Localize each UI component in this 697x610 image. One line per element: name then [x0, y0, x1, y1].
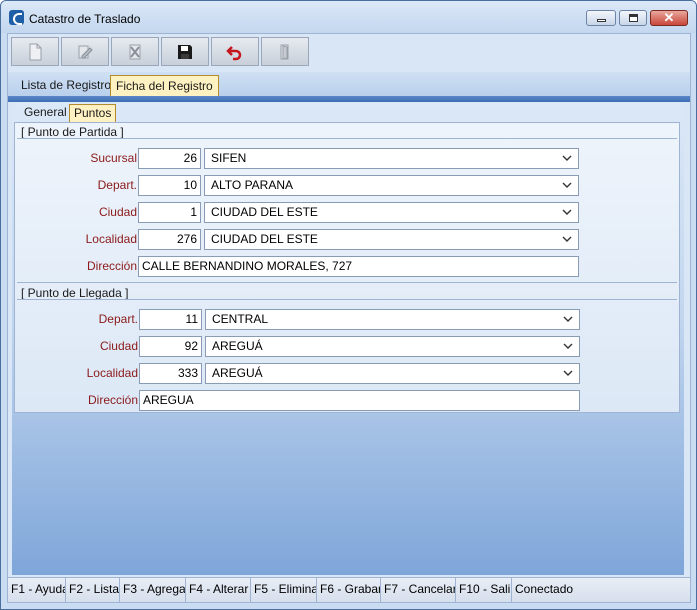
llegada-group-title: [ Punto de Llegada ] [21, 286, 129, 300]
status-f1[interactable]: F1 - Ayuda [8, 578, 66, 602]
exit-door-icon [280, 44, 289, 60]
app-icon [9, 10, 24, 25]
depart-select[interactable]: ALTO PARANA [204, 175, 579, 196]
save-icon [178, 45, 192, 59]
new-button[interactable] [11, 37, 59, 66]
new-document-icon [29, 43, 42, 61]
maximize-icon [629, 14, 638, 22]
status-f3[interactable]: F3 - Agregar [120, 578, 186, 602]
sucursal-label: Sucursal [90, 151, 137, 165]
ciudad-select-value: CIUDAD DEL ESTE [211, 205, 318, 219]
localidad-code-input[interactable]: 276 [138, 229, 201, 250]
status-f10[interactable]: F10 - Salir [456, 578, 512, 602]
undo-button[interactable] [211, 37, 259, 66]
connection-status: Conectado [515, 582, 574, 596]
tab-record[interactable]: Ficha del Registro [110, 75, 219, 97]
toolbar [11, 37, 313, 67]
tab-puntos[interactable]: Puntos [69, 104, 117, 123]
sub-tabs: General Puntos [14, 104, 680, 123]
llegada-ciudad-select[interactable]: AREGUÁ [205, 336, 580, 357]
delete-icon [129, 44, 141, 60]
minimize-button[interactable] [586, 10, 616, 26]
status-f2[interactable]: F2 - Lista [66, 578, 120, 602]
undo-icon [226, 46, 242, 61]
status-f6[interactable]: F6 - Grabar [317, 578, 381, 602]
llegada-divider [17, 299, 677, 300]
llegada-localidad-label: Localidad [86, 366, 138, 380]
localidad-select[interactable]: CIUDAD DEL ESTE [204, 229, 579, 250]
chevron-down-icon [563, 370, 573, 376]
llegada-depart-label: Depart. [98, 312, 138, 326]
llegada-ciudad-select-value: AREGUÁ [212, 339, 263, 353]
close-icon: ✕ [663, 10, 675, 25]
llegada-localidad-select-value: AREGUÁ [212, 366, 263, 380]
llegada-ciudad-code-input[interactable]: 92 [139, 336, 202, 357]
chevron-down-icon [562, 155, 572, 161]
ciudad-label: Ciudad [98, 205, 137, 219]
chevron-down-icon [563, 316, 573, 322]
llegada-depart-code-input[interactable]: 11 [139, 309, 202, 330]
depart-code-input[interactable]: 10 [138, 175, 201, 196]
direccion-input[interactable]: CALLE BERNANDINO MORALES, 727 [138, 256, 579, 277]
tab-list[interactable]: Lista de Registros [16, 75, 122, 97]
llegada-depart-select[interactable]: CENTRAL [205, 309, 580, 330]
llegada-localidad-code-input[interactable]: 333 [139, 363, 202, 384]
close-button[interactable]: ✕ [650, 10, 688, 26]
status-f4[interactable]: F4 - Alterar [186, 578, 251, 602]
chevron-down-icon [562, 182, 572, 188]
partida-group-title: [ Punto de Partida ] [21, 125, 124, 139]
llegada-ciudad-label: Ciudad [99, 339, 138, 353]
direccion-label: Dirección [86, 259, 137, 273]
status-f5[interactable]: F5 - Eliminar [251, 578, 317, 602]
maximize-button[interactable] [619, 10, 647, 26]
minimize-icon [597, 19, 606, 22]
llegada-top-divider [17, 282, 677, 283]
llegada-direccion-input[interactable]: AREGUA [139, 390, 580, 411]
tab-general[interactable]: General [20, 104, 71, 123]
edit-icon [78, 45, 93, 59]
llegada-localidad-select[interactable]: AREGUÁ [205, 363, 580, 384]
delete-button[interactable] [111, 37, 159, 66]
ciudad-select[interactable]: CIUDAD DEL ESTE [204, 202, 579, 223]
sucursal-code-input[interactable]: 26 [138, 148, 201, 169]
sucursal-select-value: SIFEN [211, 151, 247, 165]
localidad-label: Localidad [85, 232, 137, 246]
depart-label: Depart. [97, 178, 137, 192]
record-panel: General Puntos [ Punto de Partida ] Sucu… [12, 102, 684, 575]
window-title: Catastro de Traslado [29, 12, 141, 26]
llegada-depart-select-value: CENTRAL [212, 312, 269, 326]
title-bar[interactable]: Catastro de Traslado ✕ [1, 1, 696, 33]
app-window: Catastro de Traslado ✕ Lista de Registro… [0, 0, 697, 610]
status-f7[interactable]: F7 - Cancelar [381, 578, 456, 602]
partida-divider [17, 138, 677, 139]
chevron-down-icon [562, 209, 572, 215]
main-tabs: Lista de Registros Ficha del Registro [8, 72, 690, 97]
chevron-down-icon [563, 343, 573, 349]
sucursal-select[interactable]: SIFEN [204, 148, 579, 169]
status-bar: F1 - Ayuda F2 - Lista F3 - Agregar F4 - … [8, 577, 690, 602]
depart-select-value: ALTO PARANA [211, 178, 294, 192]
chevron-down-icon [562, 236, 572, 242]
ciudad-code-input[interactable]: 1 [138, 202, 201, 223]
client-area: Lista de Registros Ficha del Registro Ge… [7, 33, 691, 603]
llegada-direccion-label: Dirección [87, 393, 138, 407]
exit-button[interactable] [261, 37, 309, 66]
save-button[interactable] [161, 37, 209, 66]
puntos-panel: [ Punto de Partida ] Sucursal 26 SIFEN D… [14, 122, 680, 413]
localidad-select-value: CIUDAD DEL ESTE [211, 232, 318, 246]
edit-button[interactable] [61, 37, 109, 66]
